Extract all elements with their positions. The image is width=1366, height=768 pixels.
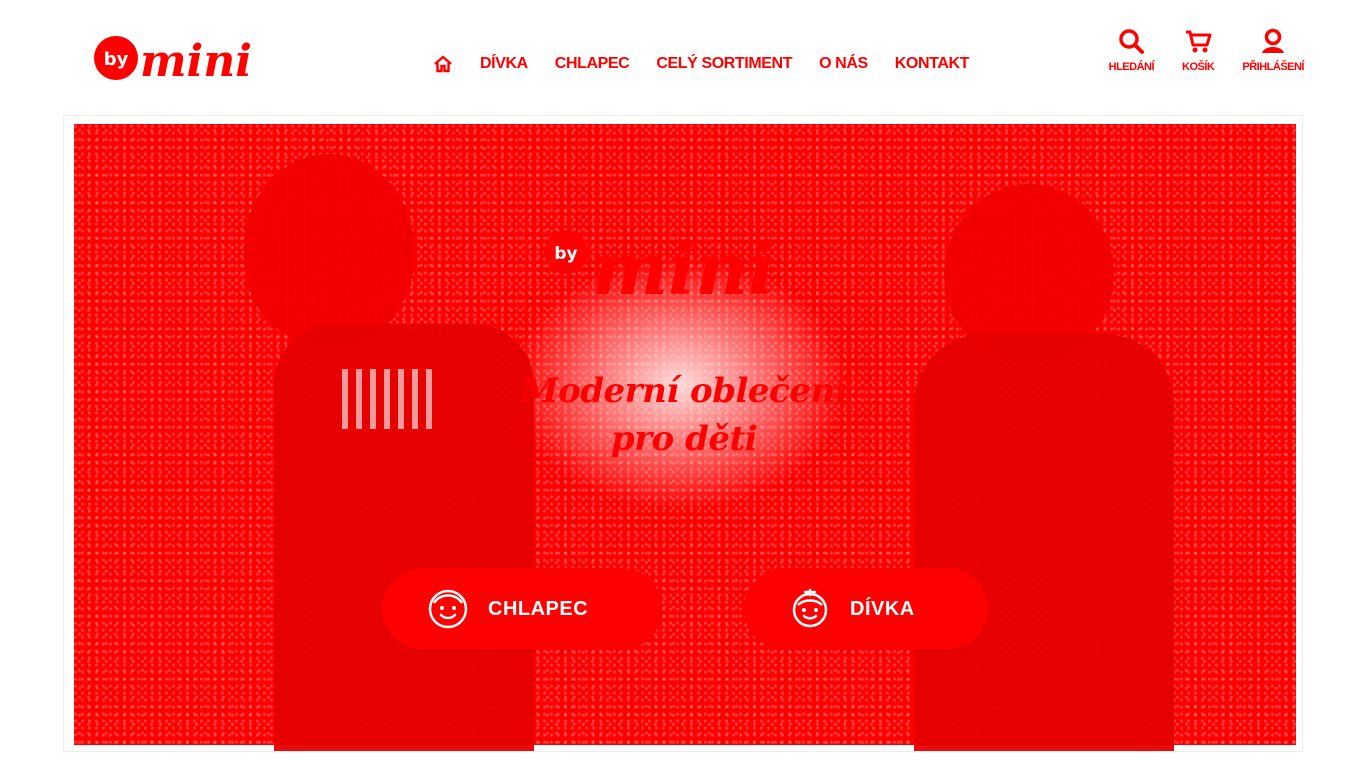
search-button[interactable]: HLEDÁNÍ — [1108, 27, 1155, 73]
cta-girl-label: DÍVKA — [850, 597, 915, 620]
nav-item-o-nas[interactable]: O NÁS — [819, 55, 868, 73]
hero-title: Moderní oblečení pro děti — [64, 367, 1302, 463]
hero-photo-boy-head — [244, 154, 414, 344]
logo-by-text: by — [104, 49, 129, 70]
header-tools: HLEDÁNÍ KOŠÍK PŘIHLÁŠENÍ — [1081, 27, 1304, 73]
nav-item-chlapec[interactable]: CHLAPEC — [555, 55, 630, 73]
cta-girl-button[interactable]: DÍVKA — [744, 568, 988, 650]
cta-boy-button[interactable]: CHLAPEC — [382, 568, 662, 650]
main-nav: DÍVKA CHLAPEC CELÝ SORTIMENT O NÁS KONTA… — [432, 52, 969, 76]
search-label: HLEDÁNÍ — [1108, 61, 1155, 73]
cart-icon — [1186, 30, 1212, 53]
girl-face-icon — [792, 588, 828, 628]
hero-logo-by-text: by — [554, 244, 577, 264]
hero-banner: by mini Moderní oblečení pro děti CHLAPE… — [63, 115, 1303, 752]
cta-boy-label: CHLAPEC — [488, 597, 589, 620]
site-header: by mini DÍVKA CHLAPEC CELÝ SORTIMENT O N… — [0, 0, 1366, 115]
home-icon — [434, 55, 452, 73]
hero-title-line-2: pro děti — [610, 418, 758, 459]
hero-logo-word-text: mini — [592, 226, 775, 308]
nav-home-button[interactable] — [432, 53, 454, 75]
site-logo[interactable]: by mini — [92, 34, 256, 84]
logo-word-text: mini — [140, 36, 252, 84]
hero-logo: by mini — [544, 226, 775, 308]
nav-item-cely-sortiment[interactable]: CELÝ SORTIMENT — [656, 55, 792, 73]
hero-title-line-1: Moderní oblečení — [520, 370, 848, 411]
nav-item-divka[interactable]: DÍVKA — [480, 55, 528, 73]
nav-item-kontakt[interactable]: KONTAKT — [895, 55, 970, 73]
search-icon — [1119, 29, 1145, 54]
cart-button[interactable]: KOŠÍK — [1182, 27, 1215, 73]
boy-face-icon — [428, 589, 468, 629]
login-button[interactable]: PŘIHLÁŠENÍ — [1242, 27, 1304, 73]
user-icon — [1262, 28, 1285, 53]
cart-label: KOŠÍK — [1182, 61, 1215, 73]
login-label: PŘIHLÁŠENÍ — [1242, 61, 1304, 73]
